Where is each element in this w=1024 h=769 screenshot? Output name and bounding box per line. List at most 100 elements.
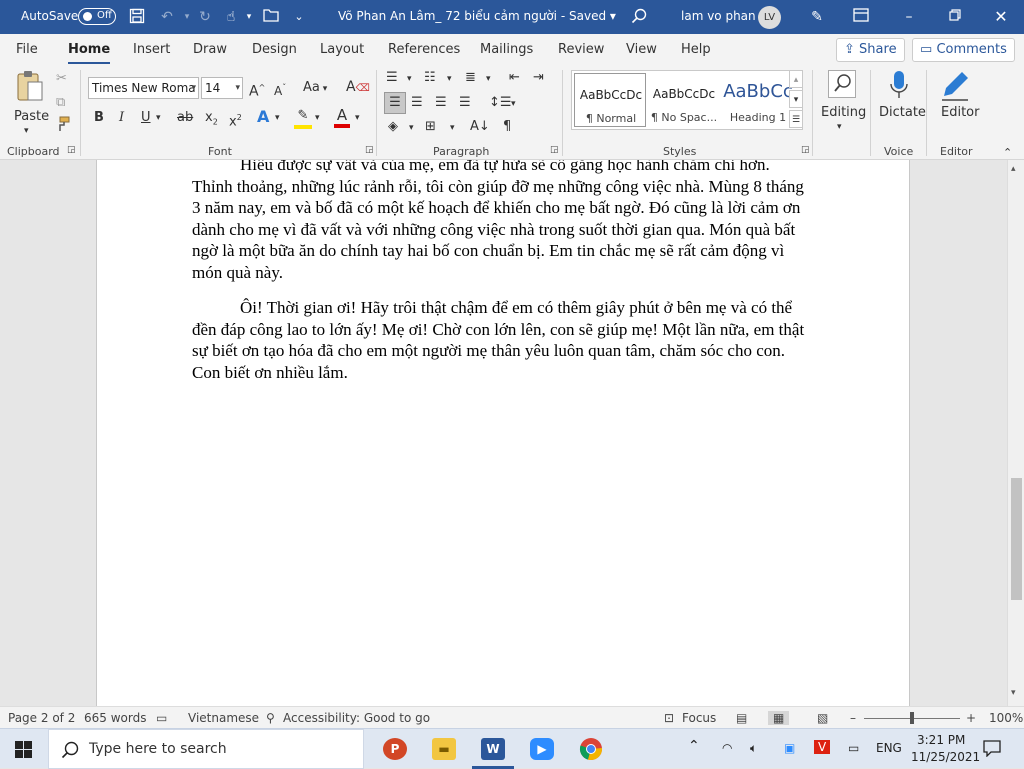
undo-icon[interactable]: ↶ [158, 8, 176, 26]
style-normal[interactable]: AaBbCcDc ¶ Normal [574, 73, 646, 127]
chevron-down-icon[interactable]: ▾ [409, 119, 414, 137]
underline-dropdown-icon[interactable]: ▾ [156, 109, 161, 127]
copy-icon[interactable]: ⧉ [56, 94, 65, 112]
numbering-icon[interactable]: ☷ [424, 69, 436, 87]
tab-layout[interactable]: Layout [320, 42, 364, 57]
font-color-icon[interactable]: A [334, 106, 350, 128]
autosave-toggle[interactable]: Off [78, 8, 116, 25]
zoom-slider-thumb[interactable] [910, 712, 914, 724]
save-icon[interactable] [128, 8, 146, 26]
tab-help[interactable]: Help [681, 42, 711, 57]
tab-mailings[interactable]: Mailings [480, 42, 533, 57]
chevron-up-icon[interactable]: ⌃ [688, 738, 700, 754]
tab-design[interactable]: Design [252, 42, 297, 57]
chevron-down-icon[interactable]: ▾ [511, 95, 516, 113]
align-center-icon[interactable]: ☰ [411, 94, 423, 112]
paragraph-launcher-icon[interactable]: ◲ [550, 145, 559, 155]
decrease-indent-icon[interactable]: ⇤ [509, 69, 520, 87]
clipboard-launcher-icon[interactable]: ◲ [67, 145, 76, 155]
notifications-icon[interactable] [983, 740, 1001, 760]
bold-icon[interactable]: B [94, 109, 104, 127]
tab-draw[interactable]: Draw [193, 42, 227, 57]
restore-icon[interactable] [946, 8, 964, 26]
share-button[interactable]: ⇪ Share [836, 38, 905, 62]
style-heading-1[interactable]: AaBbCc Heading 1 [722, 73, 794, 127]
editor-button[interactable]: Editor [932, 68, 979, 138]
styles-scroll-down-icon[interactable]: ▾ [789, 90, 803, 108]
clock-time[interactable]: 3:21 PM [917, 733, 965, 747]
word-count[interactable]: 665 words [84, 711, 146, 725]
volume-icon[interactable]: 🔈︎ [750, 741, 757, 756]
clear-format-icon[interactable]: A⌫ [346, 78, 370, 98]
justify-icon[interactable]: ☰ [459, 94, 471, 112]
pen-icon[interactable]: ✎ [808, 8, 826, 26]
subscript-icon[interactable]: x2 [205, 109, 218, 132]
tab-view[interactable]: View [626, 42, 657, 57]
taskbar-search-box[interactable]: Type here to search [48, 729, 364, 769]
chevron-down-icon[interactable]: ▾ [447, 70, 452, 88]
word-icon[interactable]: W [481, 738, 505, 760]
sort-icon[interactable]: A↓ [470, 118, 490, 136]
format-painter-icon[interactable] [55, 116, 71, 138]
focus-icon[interactable]: ⊡ [664, 711, 674, 725]
close-icon[interactable]: ✕ [992, 8, 1010, 26]
tab-insert[interactable]: Insert [133, 42, 170, 57]
document-page[interactable]: Hiểu được sự vất vả của mẹ, em đã tự hứa… [96, 160, 910, 706]
cut-icon[interactable]: ✂ [56, 70, 67, 88]
open-folder-icon[interactable] [262, 8, 280, 26]
battery-icon[interactable]: ▭ [848, 741, 859, 755]
network-icon[interactable]: ◠ [722, 741, 732, 755]
user-name[interactable]: lam vo phan [681, 9, 756, 23]
proofing-icon[interactable]: ▭ [156, 711, 167, 725]
read-mode-icon[interactable]: ▤ [736, 711, 747, 725]
clock-date[interactable]: 11/25/2021 [911, 750, 980, 764]
italic-icon[interactable]: I [119, 109, 124, 127]
editing-button[interactable]: Editing ▾ [818, 68, 866, 138]
file-explorer-icon[interactable]: ▬ [432, 738, 456, 760]
shrink-font-icon[interactable]: Aˇ [274, 79, 286, 100]
zoom-in-icon[interactable]: + [966, 711, 976, 725]
shading-icon[interactable]: ◈ [388, 118, 398, 136]
grow-font-icon[interactable]: A^ [249, 79, 265, 101]
superscript-icon[interactable]: x2 [229, 109, 242, 131]
bullets-icon[interactable]: ☰ [386, 69, 398, 87]
scroll-up-icon[interactable]: ▴ [1011, 164, 1016, 174]
zoom-out-icon[interactable]: – [850, 711, 856, 725]
touch-dropdown-icon[interactable]: ▾ [240, 8, 258, 26]
chrome-icon[interactable] [579, 737, 603, 764]
increase-indent-icon[interactable]: ⇥ [533, 69, 544, 87]
font-name-combo[interactable]: Times New Roma ▾ [88, 77, 199, 99]
scroll-down-icon[interactable]: ▾ [1011, 688, 1016, 698]
chevron-down-icon[interactable]: ▾ [407, 70, 412, 88]
avatar[interactable]: LV [758, 6, 781, 29]
focus-label[interactable]: Focus [682, 711, 716, 725]
document-canvas[interactable]: Hiểu được sự vất vả của mẹ, em đã tự hứa… [0, 160, 1007, 706]
web-layout-icon[interactable]: ▧ [817, 711, 828, 725]
windows-start-icon[interactable] [15, 741, 32, 761]
accessibility-status[interactable]: Accessibility: Good to go [283, 711, 430, 725]
chevron-down-icon[interactable]: ▾ [355, 109, 360, 127]
strikethrough-icon[interactable]: ab [177, 109, 193, 127]
font-launcher-icon[interactable]: ◲ [365, 145, 374, 155]
search-icon[interactable] [630, 8, 648, 26]
highlight-icon[interactable]: ✎ [294, 107, 312, 129]
paragraph[interactable]: Ôi! Thời gian ơi! Hãy trôi thật chậm để … [192, 297, 812, 383]
paragraph[interactable]: Hiểu được sự vất vả của mẹ, em đã tự hứa… [192, 160, 812, 283]
text-effects-icon[interactable]: A [257, 108, 269, 126]
undo-dropdown-icon[interactable]: ▾ [178, 8, 196, 26]
touch-mode-icon[interactable]: ☝ [222, 8, 240, 26]
minimize-icon[interactable]: – [900, 8, 918, 26]
align-right-icon[interactable]: ☰ [435, 94, 447, 112]
document-body[interactable]: Hiểu được sự vất vả của mẹ, em đã tự hứa… [192, 160, 812, 397]
input-language[interactable]: ENG [876, 741, 902, 755]
chevron-down-icon[interactable]: ▾ [486, 70, 491, 88]
ribbon-display-icon[interactable] [852, 8, 870, 26]
chevron-down-icon[interactable]: ▾ [450, 119, 455, 137]
zoom-level[interactable]: 100% [989, 711, 1023, 725]
borders-icon[interactable]: ⊞ [425, 118, 436, 136]
vertical-scrollbar[interactable]: ▴ ▾ [1007, 160, 1024, 706]
change-case-button[interactable]: Aa ▾ [303, 79, 327, 98]
style-no-spacing[interactable]: AaBbCcDc ¶ No Spac... [648, 73, 720, 127]
print-layout-icon[interactable]: ▦ [768, 711, 790, 725]
chevron-down-icon[interactable]: ▾ [315, 109, 320, 127]
